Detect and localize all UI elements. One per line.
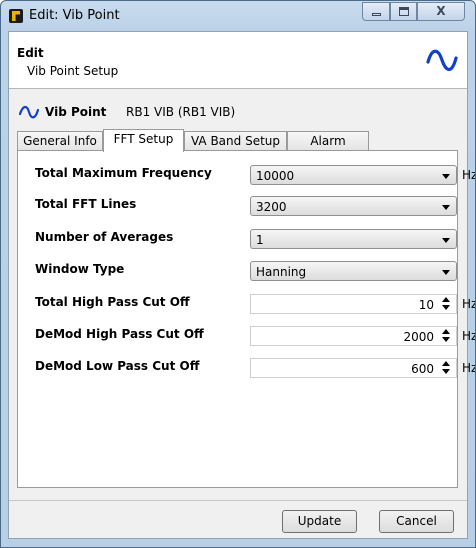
- tab-va-band-setup[interactable]: VA Band Setup: [184, 131, 287, 151]
- footer-divider: [9, 500, 467, 501]
- chevron-down-icon: [442, 205, 450, 210]
- chevron-down-icon: [442, 270, 450, 275]
- unit-label: Hz: [462, 329, 476, 343]
- field-label-total-fft-lines: Total FFT Lines: [35, 197, 137, 211]
- cancel-button[interactable]: Cancel: [379, 510, 454, 533]
- spinner-arrows[interactable]: [442, 297, 450, 311]
- chevron-up-icon[interactable]: [442, 329, 450, 334]
- field-label-total-high-pass-cutoff: Total High Pass Cut Off: [35, 295, 190, 309]
- demod-low-pass-cutoff-spinner[interactable]: 600: [250, 358, 457, 378]
- tab-strip: General Info FFT Setup VA Band Setup Ala…: [17, 129, 457, 167]
- spinner-value: 10: [418, 298, 434, 312]
- chevron-down-icon: [442, 174, 450, 179]
- update-button[interactable]: Update: [282, 510, 357, 533]
- demod-high-pass-cutoff-spinner[interactable]: 2000: [250, 326, 457, 346]
- tab-general-info[interactable]: General Info: [17, 131, 103, 151]
- chevron-down-icon[interactable]: [442, 305, 450, 310]
- dialog-header: Edit Vib Point Setup: [9, 32, 467, 89]
- window-type-select[interactable]: Hanning: [250, 261, 457, 281]
- chevron-down-icon: [442, 238, 450, 243]
- unit-label: Hz: [462, 361, 476, 375]
- chevron-up-icon[interactable]: [442, 297, 450, 302]
- sine-wave-icon: [19, 105, 39, 119]
- fft-setup-panel: Total Maximum Frequency 10000 Hz Total F…: [17, 150, 475, 488]
- total-fft-lines-select[interactable]: 3200: [250, 196, 457, 216]
- dialog-client-area: Edit Vib Point Setup Vib Point RB1 VIB (…: [8, 31, 475, 539]
- close-icon: X: [436, 4, 446, 18]
- sine-wave-icon: [426, 49, 458, 72]
- title-bar[interactable]: Edit: Vib Point X: [1, 1, 475, 31]
- maximize-icon: [399, 7, 409, 16]
- select-value: 3200: [256, 200, 287, 214]
- field-label-total-max-frequency: Total Maximum Frequency: [35, 166, 212, 180]
- header-subtitle: Vib Point Setup: [27, 64, 119, 78]
- chevron-up-icon[interactable]: [442, 361, 450, 366]
- chevron-down-icon[interactable]: [442, 337, 450, 342]
- field-label-demod-high-pass-cutoff: DeMod High Pass Cut Off: [35, 327, 204, 341]
- minimize-button[interactable]: [362, 2, 390, 21]
- tab-fft-setup[interactable]: FFT Setup: [103, 129, 184, 152]
- tab-alarm-setup[interactable]: Alarm Setup: [287, 131, 369, 167]
- spinner-arrows[interactable]: [442, 329, 450, 343]
- spinner-arrows[interactable]: [442, 361, 450, 375]
- window-title: Edit: Vib Point: [29, 8, 120, 23]
- field-label-demod-low-pass-cutoff: DeMod Low Pass Cut Off: [35, 359, 200, 373]
- close-button[interactable]: X: [417, 2, 465, 21]
- dialog-window: Edit: Vib Point X Edit Vib Point Setup V…: [0, 0, 476, 548]
- chevron-down-icon[interactable]: [442, 369, 450, 374]
- unit-label: Hz: [462, 297, 476, 311]
- number-of-averages-select[interactable]: 1: [250, 229, 457, 249]
- select-value: Hanning: [256, 265, 307, 279]
- field-label-number-of-averages: Number of Averages: [35, 230, 174, 244]
- vib-point-value: RB1 VIB (RB1 VIB): [126, 105, 236, 119]
- minimize-icon: [372, 13, 381, 16]
- vib-point-label: Vib Point: [45, 105, 107, 119]
- spinner-value: 2000: [403, 330, 434, 344]
- spinner-value: 600: [411, 362, 434, 376]
- select-value: 10000: [256, 169, 295, 183]
- select-value: 1: [256, 233, 264, 247]
- unit-label: Hz: [462, 168, 476, 182]
- total-high-pass-cutoff-spinner[interactable]: 10: [250, 294, 457, 314]
- maximize-button[interactable]: [390, 2, 417, 21]
- app-logo-icon: [9, 9, 23, 23]
- header-title: Edit: [17, 46, 44, 60]
- total-max-frequency-select[interactable]: 10000: [250, 165, 457, 185]
- field-label-window-type: Window Type: [35, 262, 125, 276]
